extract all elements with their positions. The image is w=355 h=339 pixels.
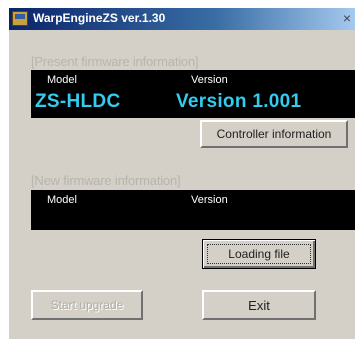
firmware-upgrade-window: WarpEngineZS ver.1.30 × [Present firmwar… (8, 8, 355, 339)
new-firmware-panel: Model Version (31, 190, 355, 230)
present-model-value: ZS-HLDC (35, 91, 121, 112)
start-upgrade-button[interactable]: Start upgrade (31, 290, 143, 320)
present-version-header: Version (191, 74, 228, 86)
loading-file-button[interactable]: Loading file (202, 239, 316, 269)
app-icon (12, 11, 28, 26)
controller-information-button[interactable]: Controller information (200, 120, 348, 148)
new-model-header: Model (47, 194, 77, 206)
exit-button[interactable]: Exit (202, 290, 316, 320)
present-firmware-panel: Model Version ZS-HLDC Version 1.001 (31, 70, 355, 118)
title-bar[interactable]: WarpEngineZS ver.1.30 × (9, 8, 355, 30)
present-version-value: Version 1.001 (176, 91, 302, 112)
loading-file-label: Loading file (228, 247, 290, 261)
start-upgrade-label: Start upgrade (50, 298, 124, 312)
close-icon[interactable]: × (340, 10, 354, 26)
new-firmware-label: [New firmware information] (31, 173, 181, 188)
new-version-header: Version (191, 194, 228, 206)
present-firmware-label: [Present firmware information] (31, 54, 199, 69)
window-title: WarpEngineZS ver.1.30 (33, 11, 166, 25)
present-model-header: Model (47, 74, 77, 86)
